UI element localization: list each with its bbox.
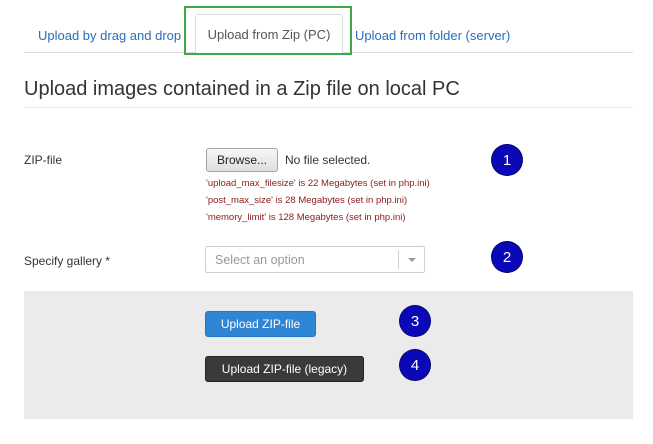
callout-badge-1: 1 (492, 145, 522, 175)
upload-max-filesize-note: 'upload_max_filesize' is 22 Megabytes (s… (206, 178, 430, 189)
file-status: No file selected. (285, 153, 371, 167)
tab-drag-and-drop[interactable]: Upload by drag and drop (24, 17, 194, 53)
gallery-select-toggle[interactable] (398, 250, 424, 269)
browse-button[interactable]: Browse... (206, 148, 278, 172)
gallery-select[interactable]: Select an option (205, 246, 425, 273)
memory-limit-note: 'memory_limit' is 128 Megabytes (set in … (206, 212, 406, 223)
tab-upload-from-zip[interactable]: Upload from Zip (PC) (195, 14, 343, 54)
upload-zip-button[interactable]: Upload ZIP-file (205, 311, 316, 337)
zip-file-label: ZIP-file (24, 153, 63, 167)
page-title: Upload images contained in a Zip file on… (24, 78, 460, 100)
chevron-down-icon (407, 257, 416, 262)
callout-badge-3: 3 (400, 306, 430, 336)
callout-badge-2: 2 (492, 242, 522, 272)
upload-zip-legacy-button[interactable]: Upload ZIP-file (legacy) (205, 356, 364, 382)
post-max-size-note: 'post_max_size' is 28 Megabytes (set in … (206, 195, 408, 206)
action-panel (24, 291, 633, 419)
upload-tabs: Upload by drag and drop Upload from Zip … (24, 13, 633, 54)
gallery-label: Specify gallery * (24, 254, 111, 268)
callout-badge-4: 4 (400, 350, 430, 380)
gallery-select-placeholder: Select an option (215, 253, 305, 267)
tab-upload-from-folder[interactable]: Upload from folder (server) (347, 17, 517, 53)
title-divider (24, 107, 633, 108)
